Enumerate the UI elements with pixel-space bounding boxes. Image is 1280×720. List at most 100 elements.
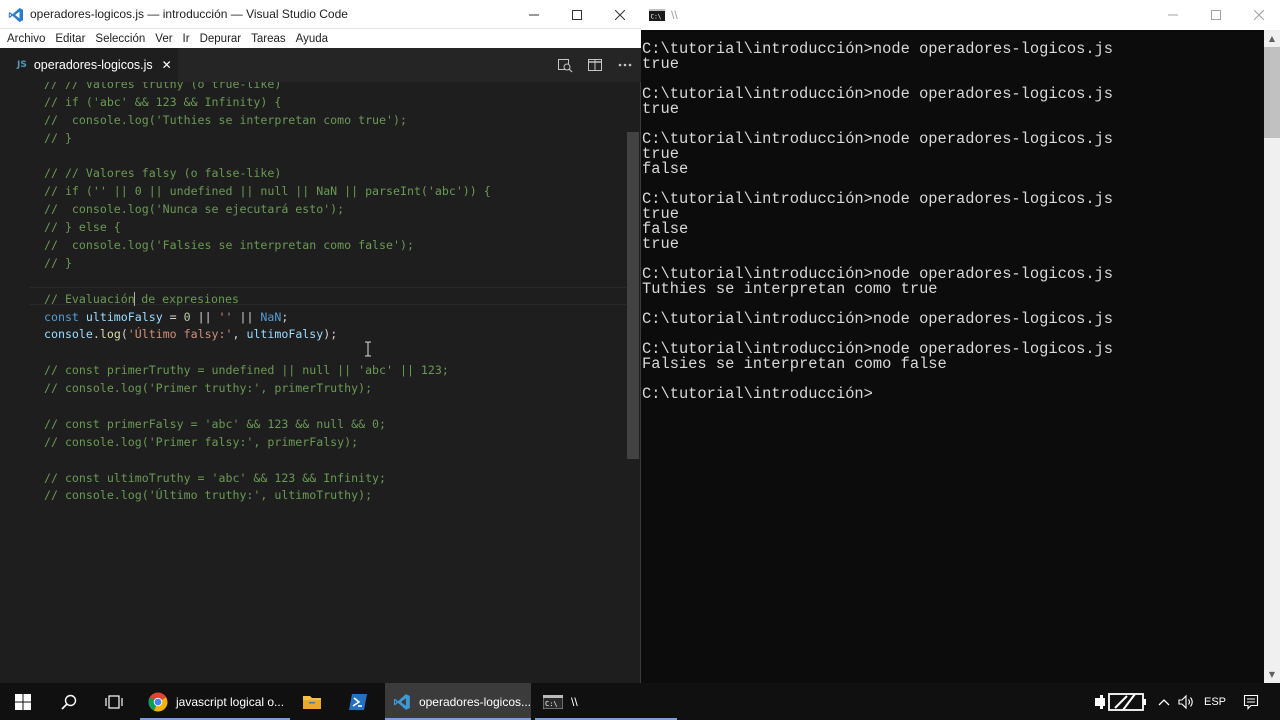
taskbar-app-powershell[interactable] (340, 683, 376, 720)
vscode-window: operadores-logicos.js — introducción — V… (0, 0, 641, 683)
svg-text:C:\: C:\ (545, 700, 558, 708)
code-token: , (232, 327, 247, 342)
menu-bar: Archivo Editar Selección Ver Ir Depurar … (0, 29, 641, 48)
code-line[interactable] (44, 452, 491, 470)
code-line[interactable]: // } else { (44, 219, 491, 237)
console-line: C:\tutorial\introducción> (642, 385, 873, 403)
code-line[interactable]: // const primerFalsy = 'abc' && 123 && n… (44, 416, 491, 434)
split-editor-button[interactable] (587, 57, 603, 73)
console-line: true (642, 145, 679, 163)
task-view-button[interactable] (92, 683, 136, 720)
console-titlebar[interactable]: C:\ \\ (641, 0, 1280, 30)
menu-archivo[interactable]: Archivo (2, 33, 50, 45)
editor-scrollbar-thumb[interactable] (627, 132, 639, 459)
menu-editar[interactable]: Editar (50, 33, 90, 45)
maximize-icon (1210, 9, 1221, 20)
vscode-icon (393, 693, 410, 710)
tab-operadores-logicos[interactable]: JS operadores-logicos.js ✕ (0, 48, 178, 82)
code-line[interactable]: // console.log('Tuthies se interpretan c… (44, 112, 491, 130)
minimize-button[interactable] (512, 0, 555, 29)
menu-ver[interactable]: Ver (150, 33, 177, 45)
code-token: NaN (260, 309, 282, 324)
console-scrollbar-thumb[interactable] (1264, 47, 1280, 138)
code-line[interactable]: // console.log('Primer truthy:', primerT… (44, 380, 491, 398)
code-token: ; (281, 309, 289, 324)
code-token: // } (44, 130, 72, 145)
taskbar: javascript logical o... operadores-logic… (0, 683, 1280, 720)
code-token: // const ultimoTruthy = 'abc' && 123 && … (44, 470, 387, 485)
code-line[interactable]: const ultimoFalsy = 0 || '' || NaN; (44, 309, 491, 327)
code-line[interactable] (44, 398, 491, 416)
code-line[interactable] (44, 344, 491, 362)
search-button[interactable] (46, 683, 92, 720)
battery-indicator[interactable] (1090, 683, 1152, 720)
code-line[interactable]: // // Valores falsy (o false-like) (44, 165, 491, 183)
code-token: 0 (183, 309, 191, 324)
taskbar-app-chrome[interactable]: javascript logical o... (140, 683, 290, 720)
chrome-app-label: javascript logical o... (176, 694, 285, 709)
code-line[interactable]: // const primerTruthy = undefined || nul… (44, 362, 491, 380)
console-output[interactable]: C:\tutorial\introducción>node operadores… (641, 30, 1264, 683)
console-close-button[interactable] (1237, 0, 1280, 29)
code-line[interactable]: // } (44, 130, 491, 148)
code-line[interactable]: // } (44, 255, 491, 273)
code-line[interactable]: console.log('Último falsy:', ultimoFalsy… (44, 326, 491, 344)
code-token: // console.log('Último truthy:', ultimoT… (44, 488, 373, 503)
code-line[interactable]: // if ('' || 0 || undefined || null || N… (44, 183, 491, 201)
code-token: '' (218, 309, 233, 324)
task-view-icon (105, 694, 123, 709)
menu-tareas[interactable]: Tareas (246, 33, 291, 45)
code-line[interactable] (44, 273, 491, 291)
scroll-up-arrow-icon[interactable]: ▲ (1264, 30, 1280, 47)
show-hidden-icons-button[interactable] (1154, 683, 1174, 720)
code-line[interactable]: // console.log('Falsies se interpretan c… (44, 237, 491, 255)
menu-depurar[interactable]: Depurar (195, 33, 247, 45)
console-line: C:\tutorial\introducción>node operadores… (642, 310, 1114, 328)
code-line[interactable]: // console.log('Último truthy:', ultimoT… (44, 487, 491, 505)
code-lines[interactable]: // // Valores truthy (o true-like) // if … (44, 82, 491, 505)
action-center-button[interactable] (1238, 683, 1264, 720)
close-button[interactable] (598, 0, 641, 29)
tab-close-icon[interactable]: ✕ (162, 58, 172, 72)
code-token: // // Valores falsy (o false-like) (44, 166, 282, 181)
chrome-icon (148, 692, 168, 711)
code-line[interactable]: // console.log('Primer falsy:', primerFa… (44, 434, 491, 452)
start-button[interactable] (0, 683, 46, 720)
code-line[interactable]: // const ultimoTruthy = 'abc' && 123 && … (44, 470, 491, 488)
volume-button[interactable] (1176, 683, 1198, 720)
taskbar-app-vscode[interactable]: operadores-logicos... (385, 683, 531, 720)
code-token: console (44, 327, 93, 342)
code-token: ( (120, 327, 128, 342)
maximize-icon (571, 9, 582, 20)
scroll-down-arrow-icon[interactable]: ▼ (1264, 666, 1280, 683)
split-editor-icon (588, 59, 602, 71)
open-changes-button[interactable] (557, 57, 573, 73)
code-line[interactable]: // Evaluación de expresiones (44, 291, 491, 309)
menu-ayuda[interactable]: Ayuda (291, 33, 333, 45)
console-scrollbar[interactable]: ▲ ▼ (1264, 30, 1280, 683)
console-maximize-button[interactable] (1194, 0, 1237, 29)
code-line[interactable] (44, 148, 491, 166)
minimize-icon (528, 14, 539, 15)
vscode-titlebar[interactable]: operadores-logicos.js — introducción — V… (0, 0, 641, 29)
editor-tab-bar: JS operadores-logicos.js ✕ (0, 48, 641, 82)
maximize-button[interactable] (555, 0, 598, 29)
code-editor[interactable]: // // Valores truthy (o true-like) // if … (0, 82, 640, 683)
more-actions-button[interactable] (617, 57, 633, 73)
code-token: log (99, 327, 121, 342)
console-minimize-button[interactable] (1151, 0, 1194, 29)
console-line: false (642, 220, 689, 238)
code-token: // if ('' || 0 || undefined || null || N… (44, 184, 491, 199)
code-line[interactable]: // console.log('Nunca se ejecutará esto'… (44, 201, 491, 219)
code-line[interactable]: // if ('abc' && 123 && Infinity) { (44, 94, 491, 112)
code-line[interactable]: // // Valores truthy (o true-like) (44, 82, 491, 94)
minimize-icon (1167, 14, 1178, 15)
menu-seleccion[interactable]: Selección (90, 33, 150, 45)
taskbar-app-file-explorer[interactable] (294, 683, 330, 720)
input-language-button[interactable]: ESP (1200, 683, 1230, 720)
editor-scrollbar[interactable] (626, 82, 640, 683)
taskbar-app-cmd[interactable]: C:\ \\ (535, 683, 677, 720)
code-token: // // Valores truthy (o true-like) (44, 82, 282, 91)
console-window-controls (1151, 0, 1280, 29)
menu-ir[interactable]: Ir (178, 33, 195, 45)
